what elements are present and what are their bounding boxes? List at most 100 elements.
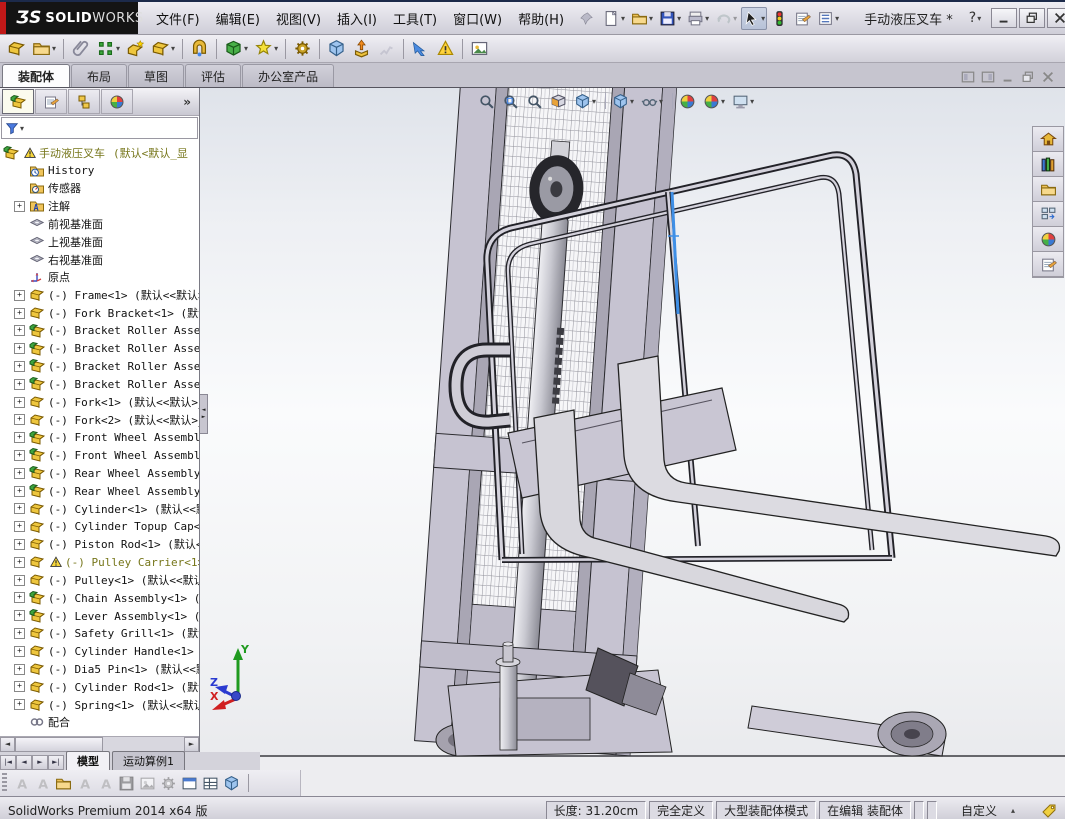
menu-插入(I)[interactable]: 插入(I) <box>329 5 385 32</box>
open-button[interactable]: ▾ <box>629 7 655 30</box>
tree-item[interactable]: +(-) Cylinder Topup Cap<1> <box>0 518 199 536</box>
tree-item[interactable]: 传感器 <box>0 180 199 198</box>
scrollbar-track[interactable] <box>15 737 184 752</box>
smart-fasteners-button[interactable] <box>124 36 147 61</box>
tab-装配体[interactable]: 装配体 <box>2 64 70 87</box>
attachment-button[interactable] <box>69 36 92 61</box>
view-settings-button[interactable]: ▾ <box>730 92 756 111</box>
propertymanager-tab[interactable] <box>35 89 67 114</box>
close-button[interactable] <box>1047 8 1065 28</box>
status-custom-dropdown[interactable]: 自定义▴ <box>940 801 1036 819</box>
tree-item[interactable]: +(-) Fork<1> (默认<<默认>_! <box>0 393 199 411</box>
show-hidden-components-button[interactable] <box>325 36 348 61</box>
menu-窗口(W)[interactable]: 窗口(W) <box>445 5 510 32</box>
appearances-scenes-tab[interactable] <box>1033 227 1063 252</box>
scrollbar-thumb[interactable] <box>15 737 103 752</box>
tree-item[interactable]: +(-) Bracket Roller Assembl <box>0 322 199 340</box>
tree-item[interactable]: +(-) Fork Bracket<1> (默认 <box>0 304 199 322</box>
help-button[interactable]: ?▾ <box>969 10 981 26</box>
menu-编辑(E)[interactable]: 编辑(E) <box>208 5 268 32</box>
expand-toggle[interactable]: + <box>14 201 25 212</box>
zoom-area-button[interactable] <box>500 92 521 111</box>
tree-item[interactable]: +(-) Spring<1> (默认<<默认 <box>0 696 199 714</box>
expand-toggle[interactable]: + <box>14 681 25 692</box>
expand-toggle[interactable]: + <box>14 699 25 710</box>
tab-模型[interactable]: 模型 <box>66 751 110 770</box>
motion-elements-button[interactable] <box>160 775 177 792</box>
tree-item[interactable]: +(-) Safety Grill<1> (默认 <box>0 625 199 643</box>
tree-item[interactable]: +A注解 <box>0 197 199 215</box>
apply-scene-button[interactable]: ▾ <box>701 92 727 111</box>
rebuild-button[interactable] <box>769 7 790 30</box>
expand-toggle[interactable]: + <box>14 575 25 586</box>
tree-item[interactable]: +(-) Chain Assembly<1> (默 <box>0 589 199 607</box>
restore-button[interactable] <box>1019 8 1045 28</box>
model-forklift[interactable] <box>200 88 1065 796</box>
linear-component-pattern-button[interactable]: ▾ <box>94 36 122 61</box>
minimize-doc-button[interactable] <box>1001 70 1015 84</box>
save-button[interactable]: ▾ <box>657 7 683 30</box>
expand-toggle[interactable]: + <box>14 325 25 336</box>
move-component-button[interactable] <box>291 36 314 61</box>
auto-balloon-button[interactable]: A <box>97 775 114 792</box>
file-explorer-tab[interactable] <box>1033 177 1063 202</box>
scroll-left-button[interactable]: ◄ <box>0 737 15 752</box>
tree-item[interactable]: 前视基准面 <box>0 215 199 233</box>
tree-item[interactable]: +(-) Dia5 Pin<1> (默认<<默 <box>0 660 199 678</box>
custom-properties-tab[interactable] <box>1033 252 1063 277</box>
tag-icon[interactable] <box>1039 802 1059 819</box>
minimize-button[interactable] <box>991 8 1017 28</box>
expand-toggle[interactable]: + <box>14 664 25 675</box>
print-button[interactable]: ▾ <box>685 7 711 30</box>
view-orientation-button[interactable]: ▾ <box>572 92 598 111</box>
expand-toggle[interactable]: + <box>14 343 25 354</box>
hide-show-components-button[interactable]: ▾ <box>149 36 177 61</box>
hide-show-items-button[interactable]: ▾ <box>639 92 665 111</box>
tree-item[interactable]: +(-) Pulley Carrier<1> <box>0 553 199 571</box>
file-properties-button[interactable] <box>792 7 813 30</box>
toolbar-grip[interactable] <box>2 773 7 793</box>
edit-appearance-button[interactable] <box>677 92 698 111</box>
expand-toggle[interactable]: + <box>14 361 25 372</box>
panel-splitter-handle[interactable]: ◄► <box>200 394 208 434</box>
menu-pin-icon[interactable] <box>578 10 594 26</box>
insert-components-button[interactable] <box>5 36 28 61</box>
tree-item[interactable]: +(-) Front Wheel Assembly<1 <box>0 429 199 447</box>
instant3d-button[interactable] <box>409 36 432 61</box>
save-annotations-button[interactable] <box>118 775 135 792</box>
tab-草图[interactable]: 草图 <box>128 64 184 87</box>
expand-toggle[interactable]: + <box>14 646 25 657</box>
tree-item[interactable]: +(-) Bracket Roller Assembl <box>0 340 199 358</box>
tree-item[interactable]: History <box>0 162 199 180</box>
tree-item[interactable]: +(-) Cylinder<1> (默认<<默 <box>0 500 199 518</box>
view-palette-tab[interactable] <box>1033 202 1063 227</box>
tree-item[interactable]: +(-) Cylinder Handle<1> (默 <box>0 642 199 660</box>
expand-toggle[interactable]: + <box>14 450 25 461</box>
collapse-left-pane-button[interactable] <box>961 70 975 84</box>
menu-视图(V)[interactable]: 视图(V) <box>268 5 329 32</box>
graphics-area[interactable]: ▾▾▾▾▾ Y Z X ◄► <box>200 88 1065 796</box>
tree-item[interactable]: +(-) Cylinder Rod<1> (默认 <box>0 678 199 696</box>
tree-item[interactable]: 上视基准面 <box>0 233 199 251</box>
split-window-button[interactable] <box>181 775 198 792</box>
note-button[interactable]: A <box>13 775 30 792</box>
expand-toggle[interactable]: + <box>14 432 25 443</box>
tree-item[interactable]: +(-) Frame<1> (默认<<默认>_ <box>0 286 199 304</box>
undo-button[interactable]: ▾ <box>713 7 739 30</box>
expand-toggle[interactable]: + <box>14 468 25 479</box>
explode-line-sketch-button[interactable] <box>375 36 398 61</box>
expand-toggle[interactable]: + <box>14 379 25 390</box>
section-view-button[interactable] <box>548 92 569 111</box>
annotation-table-button[interactable] <box>202 775 219 792</box>
zoom-selected-button[interactable] <box>524 92 545 111</box>
assembly-features-button[interactable]: ▾ <box>222 36 250 61</box>
tree-filter[interactable]: ▾ <box>1 117 198 139</box>
options-button[interactable]: ▾ <box>815 7 841 30</box>
mate-button[interactable] <box>188 36 211 61</box>
expand-toggle[interactable]: + <box>14 308 25 319</box>
tree-item[interactable]: +(-) Fork<2> (默认<<默认>_! <box>0 411 199 429</box>
new-button[interactable]: ▾ <box>601 7 627 30</box>
expand-toggle[interactable]: + <box>14 592 25 603</box>
nav-prev-button[interactable]: ◄ <box>16 755 32 770</box>
expand-toggle[interactable]: + <box>14 557 25 568</box>
